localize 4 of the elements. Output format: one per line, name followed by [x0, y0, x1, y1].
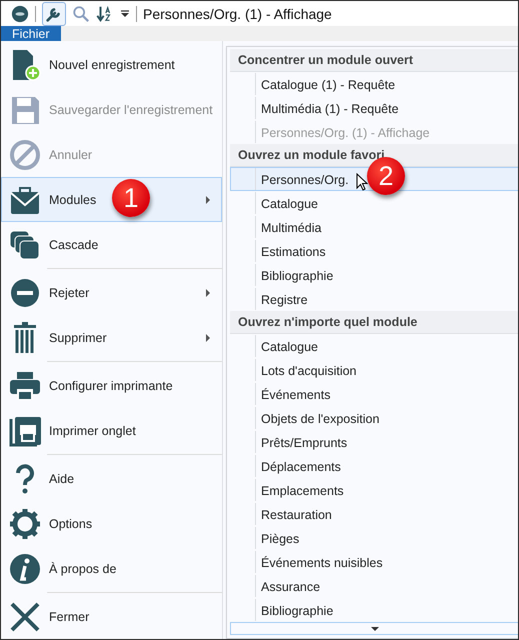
section-header: Ouvrez un module favori	[230, 144, 518, 167]
window-title: Personnes/Org. (1) - Affichage	[143, 6, 332, 22]
section-header: Ouvrez n'importe quel module	[230, 311, 518, 334]
section-header: Concentrer un module ouvert	[230, 49, 518, 72]
